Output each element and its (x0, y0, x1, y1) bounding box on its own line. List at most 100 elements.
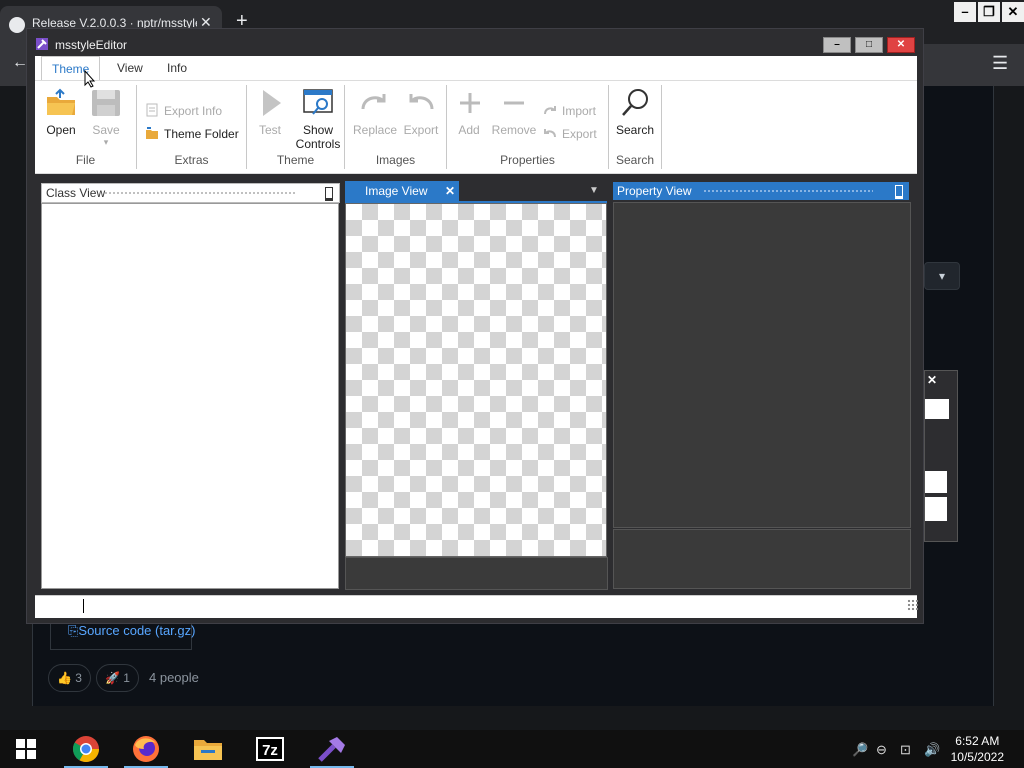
window-title: msstyleEditor (35, 37, 127, 52)
remove-button[interactable]: Remove (491, 87, 537, 137)
7zip-icon: 7z (256, 737, 284, 761)
taskbar-file-explorer[interactable] (182, 730, 234, 768)
group-file: Open Save ▾ File (35, 85, 137, 169)
windows-icon (16, 739, 36, 759)
dialog-input[interactable] (925, 399, 949, 419)
dialog-select[interactable] (925, 471, 947, 493)
tab-info[interactable]: Info (157, 56, 197, 80)
start-button[interactable] (0, 730, 52, 768)
theme-folder-button[interactable]: Theme Folder (145, 126, 239, 141)
firefox-icon (133, 736, 159, 762)
taskbar-msstyleeditor[interactable] (306, 730, 358, 768)
show-controls-button[interactable]: Show Controls (293, 87, 343, 151)
import-arrow-icon (544, 106, 556, 115)
chrome-icon (72, 736, 100, 763)
reaction-people-text: 4 people (149, 670, 199, 685)
taskbar-7zip[interactable]: 7z (244, 730, 296, 768)
save-button[interactable]: Save ▾ (87, 87, 125, 148)
add-button[interactable]: Add (453, 87, 485, 137)
replace-arrow-icon (361, 94, 386, 110)
resize-grip-icon[interactable] (907, 599, 919, 611)
search-icon (622, 89, 648, 116)
group-label-images: Images (375, 153, 416, 167)
background-dropdown[interactable]: ▾ (924, 262, 960, 290)
browser-window-controls: – ❐ ✕ (952, 2, 1024, 26)
group-search: Search Search (609, 85, 662, 169)
plus-icon (460, 93, 480, 113)
save-disk-icon (92, 90, 120, 116)
group-label-file: File (75, 153, 96, 167)
group-label-theme: Theme (276, 153, 315, 167)
network-tray-icon[interactable]: ⊡ (900, 742, 911, 758)
app-close-icon[interactable]: ✕ (887, 37, 915, 53)
drag-handle[interactable] (104, 191, 296, 195)
app-window-controls: – □ ✕ (819, 36, 915, 53)
test-button[interactable]: Test (253, 87, 287, 137)
minimize-icon[interactable]: – (954, 2, 976, 22)
rocket-icon: 🚀 (105, 671, 120, 685)
tab-list-dropdown-icon[interactable]: ▼ (589, 185, 599, 196)
export-arrow-icon (409, 94, 434, 110)
github-icon (9, 17, 25, 33)
export-info-button[interactable]: Export Info (145, 103, 222, 118)
search-tray-icon[interactable]: 🔎 (852, 742, 868, 758)
taskbar-firefox[interactable] (120, 730, 172, 768)
background-dialog: ✕ (924, 370, 958, 542)
msstyle-editor-window: msstyleEditor – □ ✕ Theme View Info Open S… (26, 28, 924, 624)
taskbar: 7z (0, 730, 1024, 768)
pin-icon[interactable] (895, 185, 903, 199)
export-property-button[interactable]: Export (543, 126, 597, 141)
group-label-search: Search (615, 153, 655, 167)
class-view-tree[interactable] (41, 203, 339, 589)
group-images: Replace Export Images (345, 85, 447, 169)
dialog-close-icon[interactable]: ✕ (927, 373, 937, 387)
hamburger-menu-icon[interactable]: ☰ (992, 53, 1008, 74)
replace-button[interactable]: Replace (353, 87, 397, 137)
notification-tray-icon[interactable]: ⊖ (876, 742, 887, 758)
reaction-rocket[interactable]: 🚀 1 (96, 664, 139, 692)
clock-date: 10/5/2022 (950, 750, 1004, 764)
save-dropdown-icon[interactable]: ▾ (87, 137, 125, 148)
search-button[interactable]: Search (615, 87, 655, 137)
pin-icon[interactable] (325, 187, 333, 201)
folder-icon (146, 127, 158, 139)
image-preview-canvas[interactable] (345, 203, 607, 557)
mouse-cursor-icon (84, 70, 96, 88)
group-theme: Test Show Controls Theme (247, 85, 345, 169)
export-image-button[interactable]: Export (401, 87, 441, 137)
group-properties: Add Remove Import Export Properties (447, 85, 609, 169)
app-minimize-icon[interactable]: – (823, 37, 851, 53)
export-info-icon (146, 103, 158, 117)
image-info-panel (345, 557, 608, 590)
property-grid[interactable] (613, 202, 911, 528)
dialog-input-2[interactable] (925, 497, 947, 521)
close-tab-icon[interactable]: ✕ (445, 181, 455, 201)
clock-time: 6:52 AM (955, 734, 1000, 748)
drag-handle[interactable] (703, 189, 873, 193)
open-button[interactable]: Open (43, 87, 79, 137)
volume-tray-icon[interactable]: 🔊 (924, 742, 940, 758)
system-clock[interactable]: 6:52 AM 10/5/2022 (951, 733, 1004, 765)
property-view-header[interactable]: Property View (613, 182, 909, 200)
reaction-thumbs-up[interactable]: 👍 3 (48, 664, 91, 692)
restore-icon[interactable]: ❐ (978, 2, 1000, 22)
close-icon[interactable]: ✕ (1002, 2, 1024, 22)
open-folder-icon (47, 88, 75, 115)
play-icon (263, 90, 281, 116)
tab-view[interactable]: View (107, 56, 153, 80)
hammer-app-icon (318, 737, 345, 762)
group-label-extras: Extras (174, 153, 209, 167)
group-label-properties: Properties (500, 153, 555, 167)
thumbs-up-icon: 👍 (57, 671, 72, 685)
file-explorer-icon (194, 740, 222, 760)
minus-icon (504, 101, 524, 105)
source-code-link[interactable]: ⎘Source code (tar.gz) (68, 623, 195, 639)
class-view-header[interactable]: Class View (41, 183, 340, 203)
app-maximize-icon[interactable]: □ (855, 37, 883, 53)
group-extras: Export Info Theme Folder Extras (137, 85, 247, 169)
import-property-button[interactable]: Import (543, 103, 596, 118)
taskbar-chrome[interactable] (60, 730, 112, 768)
image-view-tab[interactable]: Image View ✕ (345, 181, 459, 201)
text-caret (83, 599, 84, 613)
ribbon: Open Save ▾ File Export Info Theme Folde… (35, 80, 917, 174)
